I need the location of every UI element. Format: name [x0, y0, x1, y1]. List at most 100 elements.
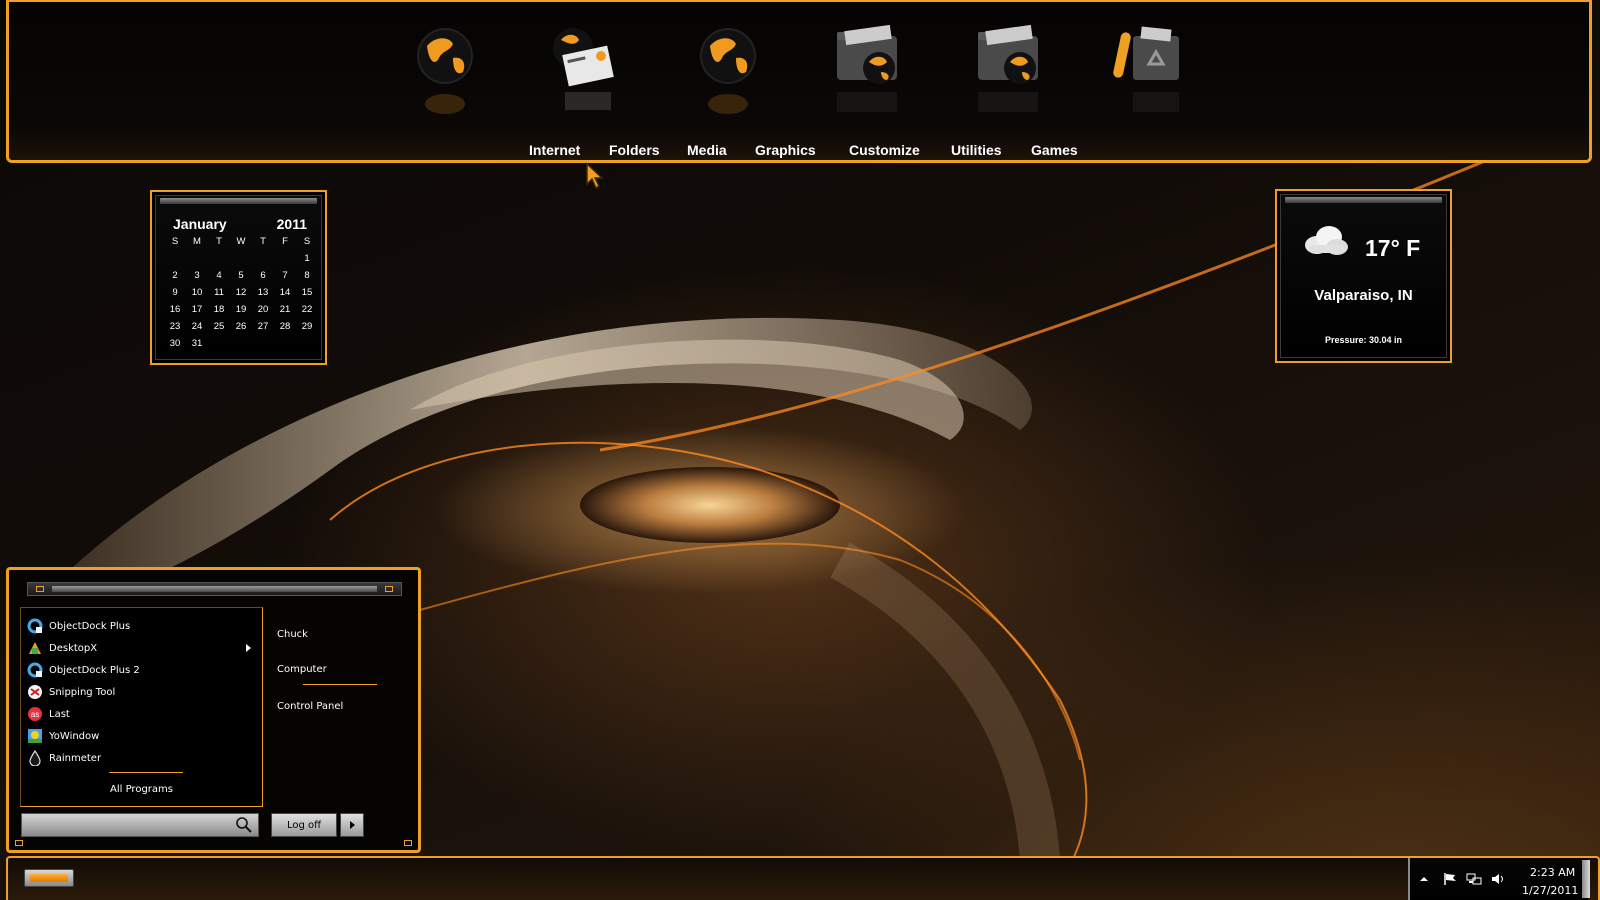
calendar-day[interactable]: 1	[296, 253, 318, 264]
calendar-day[interactable]: 27	[252, 321, 274, 332]
action-center-flag-icon[interactable]	[1442, 872, 1458, 886]
start-menu-corner	[404, 840, 412, 846]
calendar-titlebar[interactable]	[160, 198, 317, 204]
desktopx-icon	[27, 640, 43, 656]
program-last[interactable]: as Last	[27, 704, 259, 724]
mouse-cursor-icon	[586, 162, 604, 190]
recycle-bin-icon[interactable]	[1113, 22, 1185, 132]
calendar-day[interactable]: 17	[186, 304, 208, 315]
weather-widget[interactable]: 17° F Valparaiso, IN Pressure: 30.04 in	[1275, 189, 1452, 363]
program-list-divider	[109, 772, 183, 773]
folder-globe-icon[interactable]	[974, 22, 1046, 132]
right-panel-divider	[303, 684, 377, 685]
shutdown-options-button[interactable]	[340, 813, 364, 837]
dock-menu-folders[interactable]: Folders	[609, 142, 660, 158]
start-menu-titlebar	[27, 582, 402, 596]
calendar-day[interactable]: 29	[296, 321, 318, 332]
calendar-day[interactable]: 14	[274, 287, 296, 298]
calendar-day[interactable]: 11	[208, 287, 230, 298]
calendar-day[interactable]: 10	[186, 287, 208, 298]
calendar-day[interactable]: 6	[252, 270, 274, 281]
dock-menu-utilities[interactable]: Utilities	[951, 142, 1002, 158]
calendar-day[interactable]: 23	[164, 321, 186, 332]
calendar-panel: January 2011 S M T W T F S 1 2 3 4 5 6 7 8 9 10 11 12 13 14 1…	[155, 195, 322, 360]
system-tray: 2:23 AM 1/27/2011	[1408, 858, 1590, 900]
snipping-tool-icon	[27, 684, 43, 700]
start-menu-corner	[15, 840, 23, 846]
calendar-day[interactable]: 7	[274, 270, 296, 281]
calendar-weekday: T	[216, 236, 222, 247]
folder-globe-icon[interactable]	[833, 22, 905, 132]
all-programs-button[interactable]: All Programs	[21, 784, 262, 795]
network-icon[interactable]	[1466, 872, 1482, 886]
start-search-input[interactable]	[21, 813, 259, 837]
weather-location: Valparaiso, IN	[1314, 287, 1413, 304]
calendar-weekday: W	[236, 236, 246, 247]
dock-menu-games[interactable]: Games	[1031, 142, 1078, 158]
calendar-day[interactable]: 20	[252, 304, 274, 315]
user-folder-link[interactable]: Chuck	[277, 629, 308, 640]
calendar-day[interactable]: 21	[274, 304, 296, 315]
calendar-day[interactable]: 5	[230, 270, 252, 281]
clock-date[interactable]: 1/27/2011	[1522, 884, 1578, 897]
calendar-weekday: S	[303, 236, 311, 247]
clock-time[interactable]: 2:23 AM	[1530, 866, 1575, 879]
calendar-day[interactable]: 19	[230, 304, 252, 315]
start-button[interactable]	[24, 869, 74, 887]
globe-icon[interactable]	[692, 22, 764, 132]
program-label: YoWindow	[49, 730, 100, 742]
dock-menu-graphics[interactable]: Graphics	[755, 142, 816, 158]
globe-icon[interactable]	[409, 22, 481, 132]
dock-menu-bar: Internet Folders Media Graphics Customiz…	[9, 140, 1589, 162]
titlebar-corner	[385, 586, 393, 592]
program-label: Rainmeter	[49, 752, 102, 764]
show-desktop-button[interactable]	[1582, 860, 1590, 898]
volume-icon[interactable]	[1490, 872, 1506, 886]
submenu-arrow-icon	[246, 644, 251, 652]
calendar-day[interactable]: 22	[296, 304, 318, 315]
program-objectdock-plus[interactable]: ObjectDock Plus	[27, 616, 259, 636]
program-list-panel: ObjectDock Plus DesktopX ObjectDock Plus…	[20, 607, 263, 807]
calendar-weekday: S	[171, 236, 179, 247]
calendar-day[interactable]: 4	[208, 270, 230, 281]
weather-panel: 17° F Valparaiso, IN Pressure: 30.04 in	[1280, 194, 1447, 358]
calendar-day[interactable]: 30	[164, 338, 186, 349]
calendar-day[interactable]: 24	[186, 321, 208, 332]
calendar-day[interactable]: 12	[230, 287, 252, 298]
calendar-day[interactable]: 3	[186, 270, 208, 281]
top-dock: Internet Folders Media Graphics Customiz…	[6, 0, 1592, 163]
dock-menu-media[interactable]: Media	[687, 142, 727, 158]
objectdock-icon	[27, 618, 43, 634]
calendar-day[interactable]: 25	[208, 321, 230, 332]
program-objectdock-plus-2[interactable]: ObjectDock Plus 2	[27, 660, 259, 680]
calendar-day[interactable]: 8	[296, 270, 318, 281]
computer-link[interactable]: Computer	[277, 664, 327, 675]
calendar-day[interactable]: 2	[164, 270, 186, 281]
log-off-button[interactable]: Log off	[271, 813, 337, 837]
search-icon[interactable]	[235, 816, 253, 834]
calendar-day[interactable]: 16	[164, 304, 186, 315]
calendar-day[interactable]: 9	[164, 287, 186, 298]
calendar-day[interactable]: 13	[252, 287, 274, 298]
calendar-day[interactable]: 15	[296, 287, 318, 298]
program-yowindow[interactable]: YoWindow	[27, 726, 259, 746]
control-panel-link[interactable]: Control Panel	[277, 701, 343, 712]
calendar-day[interactable]: 18	[208, 304, 230, 315]
weather-titlebar[interactable]	[1285, 197, 1442, 203]
program-snipping-tool[interactable]: Snipping Tool	[27, 682, 259, 702]
calendar-day[interactable]: 31	[186, 338, 208, 349]
dock-menu-customize[interactable]: Customize	[849, 142, 920, 158]
program-label: ObjectDock Plus	[49, 620, 131, 632]
program-rainmeter[interactable]: Rainmeter	[27, 748, 259, 768]
dock-menu-internet[interactable]: Internet	[529, 142, 580, 158]
show-hidden-icons-arrow[interactable]	[1416, 872, 1432, 886]
yowindow-icon	[27, 728, 43, 744]
calendar-day[interactable]: 26	[230, 321, 252, 332]
svg-text:as: as	[31, 710, 39, 719]
objectdock-icon	[27, 662, 43, 678]
program-desktopx[interactable]: DesktopX	[27, 638, 259, 658]
calendar-widget[interactable]: January 2011 S M T W T F S 1 2 3 4 5 6 7 8 9 10 11 12 13 14 1…	[150, 190, 327, 365]
start-menu: ObjectDock Plus DesktopX ObjectDock Plus…	[6, 567, 421, 853]
calendar-day[interactable]: 28	[274, 321, 296, 332]
mail-globe-icon[interactable]	[549, 22, 621, 132]
